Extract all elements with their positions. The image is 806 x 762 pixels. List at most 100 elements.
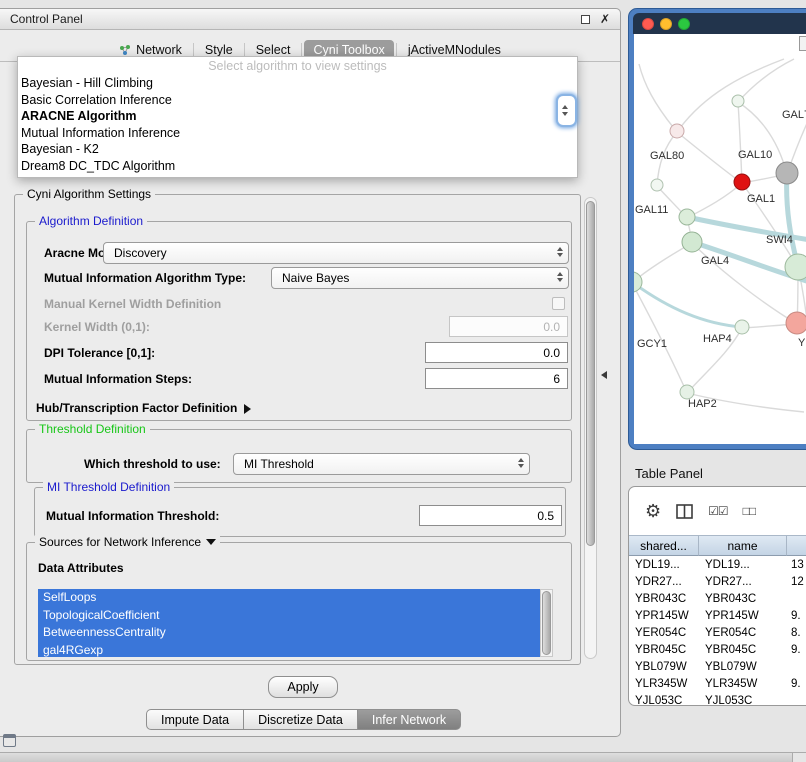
mi-steps-value: 6	[553, 372, 560, 386]
table-row[interactable]: YPR145W YPR145W 9.	[629, 607, 806, 624]
table-row[interactable]: YDR27... YDR27... 12	[629, 573, 806, 590]
table-row[interactable]: YDL19... YDL19... 13	[629, 556, 806, 573]
tab-label: Style	[205, 43, 233, 57]
scrollbar-thumb[interactable]	[586, 201, 595, 546]
which-threshold-combobox[interactable]: MI Threshold	[233, 453, 530, 475]
cell-shared-name: YLR345W	[629, 678, 699, 690]
settings-scrollbar[interactable]	[584, 197, 597, 659]
deselect-all-icon[interactable]: □□	[743, 504, 756, 518]
attributes-scrollbar[interactable]	[540, 589, 553, 657]
network-node[interactable]	[786, 312, 806, 334]
mi-threshold-field[interactable]: 0.5	[419, 505, 562, 526]
aracne-mode-combobox[interactable]: Discovery	[103, 242, 569, 264]
status-bar	[0, 752, 806, 762]
column-header-name[interactable]: name	[699, 535, 787, 556]
table-row[interactable]: YBR043C YBR043C	[629, 590, 806, 607]
minimize-window-icon[interactable]	[660, 18, 672, 30]
table-row[interactable]: YER054C YER054C 8.	[629, 624, 806, 641]
column-header-shared-name[interactable]: shared...	[629, 535, 699, 556]
column-header-partial[interactable]	[787, 535, 806, 556]
algorithm-option[interactable]: Bayesian - Hill Climbing	[18, 75, 577, 92]
close-window-icon[interactable]	[642, 18, 654, 30]
gear-icon[interactable]: ⚙	[645, 502, 661, 520]
cell-shared-name: YJL053C	[629, 695, 699, 707]
algorithm-option[interactable]: ARACNE Algorithm	[18, 108, 577, 125]
cell-value: 9.	[787, 610, 806, 622]
tab-label: jActiveMNodules	[408, 43, 501, 57]
network-window-titlebar[interactable]	[633, 13, 806, 34]
cell-name: YDL19...	[699, 559, 787, 571]
network-node[interactable]	[682, 232, 702, 252]
node-label: GCY1	[637, 338, 667, 350]
panel-dock-icon[interactable]	[3, 734, 16, 747]
cell-shared-name: YDR27...	[629, 576, 699, 588]
mi-type-combobox[interactable]: Naive Bayes	[271, 267, 569, 289]
node-label: GAL1	[747, 193, 775, 205]
hub-section-label: Hub/Transcription Factor Definition	[36, 401, 237, 416]
table-header-row: shared... name	[629, 535, 806, 556]
sources-group-title[interactable]: Sources for Network Inference	[35, 535, 220, 549]
algorithm-option[interactable]: Dream8 DC_TDC Algorithm	[18, 158, 577, 175]
attribute-item[interactable]: BetweennessCentrality	[38, 624, 540, 642]
tab-separator	[193, 43, 194, 56]
combo-arrows-icon	[518, 458, 524, 468]
data-attributes-label: Data Attributes	[38, 561, 124, 576]
resize-grip[interactable]	[792, 752, 806, 762]
dpi-tolerance-label: DPI Tolerance [0,1]:	[44, 346, 155, 361]
algorithm-option[interactable]: Bayesian - K2	[18, 141, 577, 158]
attribute-item[interactable]: SelfLoops	[38, 589, 540, 607]
apply-button[interactable]: Apply	[268, 676, 338, 698]
table-row[interactable]: YBR045C YBR045C 9.	[629, 641, 806, 658]
table-row[interactable]: YJL053C YJL053C	[629, 692, 806, 706]
algorithm-combobox-focus[interactable]	[556, 94, 577, 127]
mi-threshold-label: Mutual Information Threshold:	[46, 509, 219, 524]
threshold-definition-title: Threshold Definition	[35, 422, 150, 436]
cell-shared-name: YER054C	[629, 627, 699, 639]
dpi-tolerance-field[interactable]: 0.0	[425, 342, 568, 363]
algorithm-option[interactable]: Mutual Information Inference	[18, 125, 577, 142]
tab-separator	[396, 43, 397, 56]
cell-value: 8.	[787, 627, 806, 639]
tab-discretize-data[interactable]: Discretize Data	[244, 709, 358, 730]
panel-title: Control Panel	[10, 12, 571, 26]
select-all-icon[interactable]: ☑☑	[708, 504, 728, 518]
network-node[interactable]	[734, 174, 750, 190]
network-view-window: GAL7GAL80GAL10GAL11GAL1SWI4GAL4GCY1HAP4H…	[628, 8, 806, 450]
birdseye-control[interactable]	[799, 36, 806, 51]
control-panel: Control Panel ✗ Network Style Select Cyn…	[0, 8, 621, 737]
attribute-item[interactable]: gal4RGexp	[38, 642, 540, 658]
control-panel-titlebar[interactable]: Control Panel ✗	[0, 9, 620, 30]
kernel-width-field[interactable]: 0.0	[449, 316, 568, 337]
scrollbar-thumb[interactable]	[542, 591, 551, 655]
network-node[interactable]	[732, 95, 744, 107]
network-node[interactable]	[776, 162, 798, 184]
cell-shared-name: YDL19...	[629, 559, 699, 571]
close-icon[interactable]: ✗	[600, 12, 610, 26]
algorithm-option[interactable]: Basic Correlation Inference	[18, 92, 577, 109]
mi-type-label: Mutual Information Algorithm Type:	[44, 271, 246, 286]
network-node[interactable]	[735, 320, 749, 334]
network-canvas[interactable]: GAL7GAL80GAL10GAL11GAL1SWI4GAL4GCY1HAP4H…	[634, 34, 806, 444]
table-row[interactable]: YBL079W YBL079W	[629, 658, 806, 675]
attribute-item[interactable]: TopologicalCoefficient	[38, 607, 540, 625]
tab-impute-data[interactable]: Impute Data	[146, 709, 244, 730]
network-node[interactable]	[679, 209, 695, 225]
node-label: GAL7	[782, 109, 806, 121]
manual-kernel-checkbox[interactable]	[552, 297, 565, 310]
columns-icon[interactable]	[676, 504, 693, 519]
zoom-window-icon[interactable]	[678, 18, 690, 30]
tab-infer-network[interactable]: Infer Network	[358, 709, 461, 730]
mi-steps-field[interactable]: 6	[425, 368, 568, 389]
cell-shared-name: YPR145W	[629, 610, 699, 622]
cell-value: 12	[787, 576, 806, 588]
network-node[interactable]	[670, 124, 684, 138]
collapse-arrow-icon[interactable]	[601, 371, 607, 379]
algorithm-definition-title: Algorithm Definition	[35, 214, 147, 228]
hub-section-toggle[interactable]: Hub/Transcription Factor Definition	[36, 401, 251, 416]
network-node[interactable]	[651, 179, 663, 191]
float-window-icon[interactable]	[581, 15, 590, 24]
network-node[interactable]	[785, 254, 806, 280]
network-node[interactable]	[680, 385, 694, 399]
table-row[interactable]: YLR345W YLR345W 9.	[629, 675, 806, 692]
mi-threshold-value: 0.5	[537, 509, 554, 523]
